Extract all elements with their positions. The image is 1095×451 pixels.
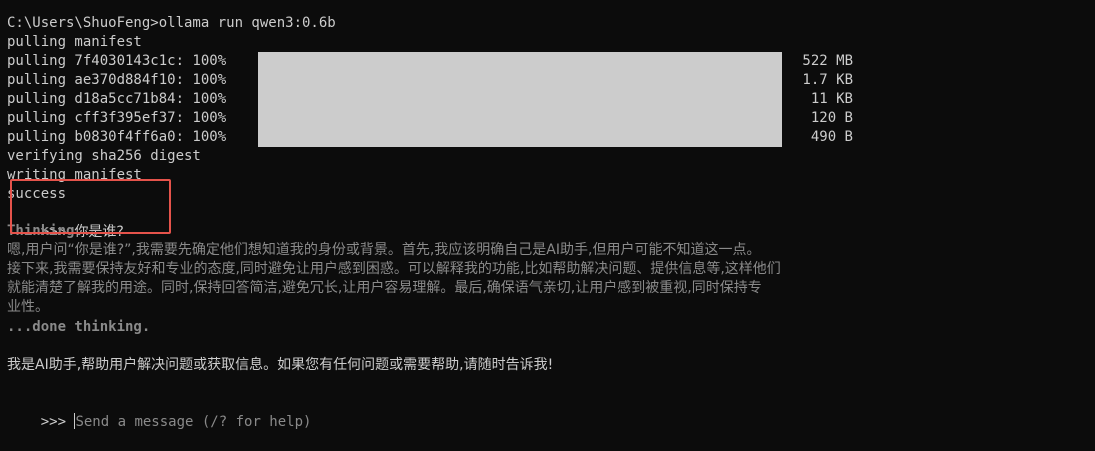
pull-label: pulling b0830f4ff6a0: 100% (7, 129, 227, 145)
progress-bar-fill (258, 52, 782, 71)
pulling-manifest-line: pulling manifest (7, 34, 142, 50)
thinking-line-4: 业性。 (7, 299, 49, 315)
pull-label: pulling ae370d884f10: 100% (7, 72, 227, 88)
terminal-window: C:\Users\ShuoFeng>ollama run qwen3:0.6b … (0, 0, 1095, 430)
verifying-line: verifying sha256 digest (7, 148, 201, 164)
pull-label: pulling 7f4030143c1c: 100% (7, 53, 227, 69)
pull-size: 1.7 KB (802, 72, 853, 88)
progress-bar (258, 90, 782, 109)
done-thinking-line: ...done thinking. (7, 319, 151, 335)
pull-size: 120 B (810, 110, 853, 126)
progress-bar-fill (258, 128, 782, 147)
thinking-line-3: 就能清楚了解我的用途。同时,保持回答简洁,避免冗长,让用户容易理解。最后,确保语… (7, 280, 762, 296)
progress-bar-fill (258, 90, 782, 109)
pull-size: 490 B (810, 129, 853, 145)
pull-size: 522 MB (802, 53, 853, 69)
progress-bar (258, 109, 782, 128)
pull-label: pulling cff3f395ef37: 100% (7, 110, 227, 126)
input-prompt-symbol: >>> (40, 414, 75, 430)
message-input-placeholder[interactable]: Send a message (/? for help) (75, 414, 311, 430)
progress-bar (258, 71, 782, 90)
pull-label: pulling d18a5cc71b84: 100% (7, 91, 227, 107)
thinking-line-2: 接下来,我需要保持友好和专业的态度,同时避免让用户感到困惑。可以解释我的功能,比… (7, 261, 781, 277)
pull-row: pulling b0830f4ff6a0: 100% 490 B (7, 128, 867, 147)
command-line: C:\Users\ShuoFeng>ollama run qwen3:0.6b (7, 15, 336, 31)
pull-size: 11 KB (810, 91, 853, 107)
pull-row: pulling d18a5cc71b84: 100% 11 KB (7, 90, 867, 109)
message-input-line[interactable]: >>> Send a message (/? for help) (7, 394, 311, 430)
thinking-line-1: 嗯,用户问“你是谁?”,我需要先确定他们想知道我的身份或背景。首先,我应该明确自… (7, 242, 761, 258)
pull-row: pulling ae370d884f10: 100% 1.7 KB (7, 71, 867, 90)
pull-row: pulling 7f4030143c1c: 100% 522 MB (7, 52, 867, 71)
progress-bar (258, 128, 782, 147)
progress-bar-fill (258, 109, 782, 128)
progress-bar (258, 52, 782, 71)
highlight-annotation-box (10, 179, 171, 234)
pull-row: pulling cff3f395ef37: 100% 120 B (7, 109, 867, 128)
assistant-answer: 我是AI助手,帮助用户解决问题或获取信息。如果您有任何问题或需要帮助,请随时告诉… (7, 357, 554, 373)
progress-bar-fill (258, 71, 782, 90)
